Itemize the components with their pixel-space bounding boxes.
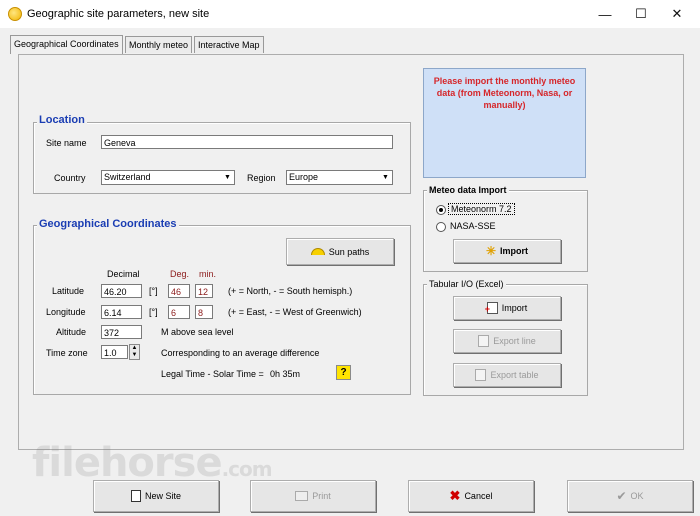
new-site-label: New Site bbox=[144, 491, 181, 501]
tab-geographical-coordinates[interactable]: Geographical Coordinates bbox=[10, 35, 123, 54]
latitude-decimal-input[interactable]: 46.20 bbox=[101, 284, 142, 298]
longitude-hint: (+ = East, - = West of Greenwich) bbox=[228, 307, 362, 317]
region-value: Europe bbox=[289, 172, 319, 182]
sun-paths-label: Sun paths bbox=[328, 246, 370, 257]
decimal-header: Decimal bbox=[107, 269, 140, 279]
stepper-down-icon[interactable]: ▼ bbox=[130, 352, 139, 359]
latitude-deg-input[interactable]: 46 bbox=[168, 284, 190, 298]
sun-paths-button[interactable]: Sun paths bbox=[286, 238, 394, 265]
sun-icon bbox=[310, 248, 325, 255]
altitude-unit: M above sea level bbox=[161, 327, 234, 337]
excel-import-icon: + bbox=[485, 302, 498, 314]
min-header: min. bbox=[199, 269, 217, 279]
timezone-input[interactable]: 1.0 bbox=[101, 345, 128, 359]
print-label: Print bbox=[312, 491, 331, 501]
meteo-import-button[interactable]: ✳ Import bbox=[453, 239, 561, 263]
meteonorm-label[interactable]: Meteonorm 7.2 bbox=[448, 203, 515, 215]
export-icon bbox=[478, 335, 490, 347]
country-label: Country bbox=[54, 173, 86, 183]
altitude-label: Altitude bbox=[56, 327, 87, 337]
checkmark-icon: ✔ bbox=[616, 489, 627, 503]
region-label: Region bbox=[247, 173, 276, 183]
tabular-io-group-title: Tabular I/O (Excel) bbox=[427, 279, 506, 289]
new-site-button[interactable]: New Site bbox=[93, 480, 219, 512]
ok-button[interactable]: ✔ OK bbox=[567, 480, 693, 512]
export-icon bbox=[475, 369, 487, 381]
latitude-label: Latitude bbox=[52, 286, 85, 296]
meteo-import-label: Import bbox=[500, 246, 529, 256]
nasa-sse-label[interactable]: NASA-SSE bbox=[450, 221, 496, 231]
location-group-title: Location bbox=[37, 114, 87, 126]
cancel-label: Cancel bbox=[464, 491, 493, 501]
region-select[interactable]: Europe ▼ bbox=[286, 170, 393, 185]
meteo-import-note: Please import the monthly meteo data (fr… bbox=[423, 68, 586, 178]
cancel-button[interactable]: ✖ Cancel bbox=[408, 480, 534, 512]
nasa-sse-radio[interactable] bbox=[436, 222, 446, 232]
latitude-min-input[interactable]: 12 bbox=[195, 284, 213, 298]
meteonorm-radio[interactable] bbox=[436, 205, 446, 215]
print-button[interactable]: Print bbox=[250, 480, 376, 512]
export-table-label: Export table bbox=[490, 370, 539, 380]
export-line-label: Export line bbox=[493, 336, 536, 346]
country-value: Switzerland bbox=[104, 172, 151, 182]
site-name-label: Site name bbox=[46, 138, 87, 148]
excel-import-label: Import bbox=[501, 303, 528, 313]
longitude-min-input[interactable]: 8 bbox=[195, 305, 213, 319]
excel-import-button[interactable]: + Import bbox=[453, 296, 561, 320]
longitude-deg-input[interactable]: 6 bbox=[168, 305, 190, 319]
legal-time-label: Legal Time - Solar Time = bbox=[161, 369, 264, 379]
legal-time-value: 0h 35m bbox=[270, 369, 301, 379]
export-table-button[interactable]: Export table bbox=[453, 363, 561, 387]
deg-header: Deg. bbox=[170, 269, 190, 279]
title-bar: Geographic site parameters, new site — ☐… bbox=[0, 0, 700, 28]
export-line-button[interactable]: Export line bbox=[453, 329, 561, 353]
chevron-down-icon: ▼ bbox=[382, 174, 389, 181]
watermark-suffix: .com bbox=[221, 457, 273, 481]
printer-icon bbox=[295, 491, 309, 501]
longitude-decimal-input[interactable]: 6.14 bbox=[101, 305, 142, 319]
timezone-hint: Corresponding to an average difference bbox=[161, 348, 320, 358]
window-title: Geographic site parameters, new site bbox=[27, 8, 210, 20]
document-icon bbox=[130, 490, 141, 502]
longitude-label: Longitude bbox=[46, 307, 86, 317]
latitude-unit: [°] bbox=[149, 286, 158, 296]
sparkle-icon: ✳ bbox=[485, 244, 497, 258]
tab-interactive-map[interactable]: Interactive Map bbox=[194, 36, 264, 53]
altitude-input[interactable]: 372 bbox=[101, 325, 142, 339]
close-button[interactable]: ✕ bbox=[654, 0, 700, 28]
tab-monthly-meteo[interactable]: Monthly meteo bbox=[125, 36, 193, 53]
longitude-unit: [°] bbox=[149, 307, 158, 317]
red-x-icon: ✖ bbox=[449, 488, 461, 503]
help-icon[interactable]: ? bbox=[336, 365, 351, 380]
ok-label: OK bbox=[630, 491, 644, 501]
timezone-label: Time zone bbox=[46, 348, 88, 358]
timezone-stepper[interactable]: ▲ ▼ bbox=[129, 344, 140, 360]
site-name-input[interactable]: Geneva bbox=[101, 135, 393, 149]
latitude-hint: (+ = North, - = South hemisph.) bbox=[228, 286, 353, 296]
app-icon bbox=[8, 7, 22, 21]
geo-coordinates-group-title: Geographical Coordinates bbox=[37, 218, 179, 230]
chevron-down-icon: ▼ bbox=[224, 174, 231, 181]
stepper-up-icon[interactable]: ▲ bbox=[130, 345, 139, 352]
meteo-import-group-title: Meteo data Import bbox=[427, 185, 509, 195]
country-select[interactable]: Switzerland ▼ bbox=[101, 170, 235, 185]
